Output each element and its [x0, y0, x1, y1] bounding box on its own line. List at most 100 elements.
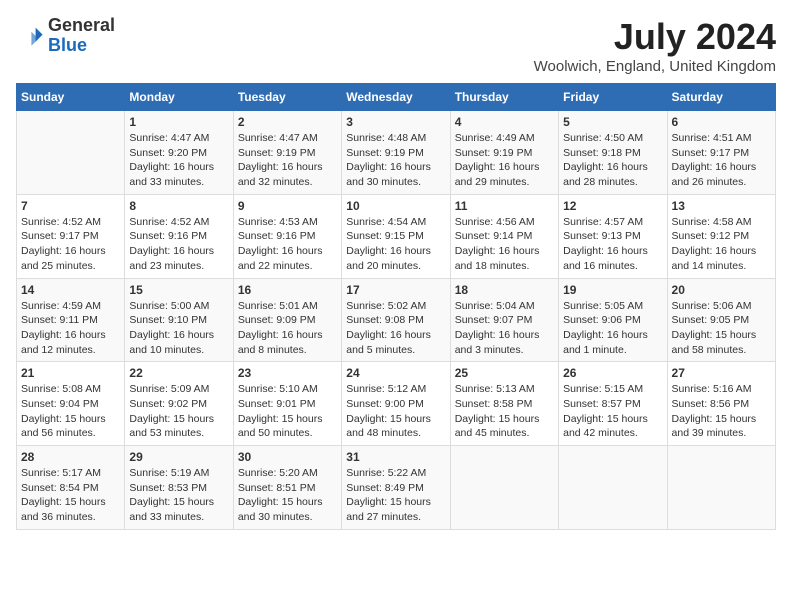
- day-number: 17: [346, 283, 445, 297]
- header-thursday: Thursday: [450, 84, 558, 111]
- calendar-cell-w3-d3: 24 Sunrise: 5:12 AM Sunset: 9:00 PM Dayli…: [342, 362, 450, 446]
- day-number: 19: [563, 283, 662, 297]
- day-info: Sunrise: 4:54 AM Sunset: 9:15 PM Dayligh…: [346, 215, 445, 274]
- day-number: 12: [563, 199, 662, 213]
- calendar-cell-w0-d5: 5 Sunrise: 4:50 AM Sunset: 9:18 PM Daylig…: [559, 111, 667, 195]
- day-info: Sunrise: 5:19 AM Sunset: 8:53 PM Dayligh…: [129, 466, 228, 525]
- day-number: 29: [129, 450, 228, 464]
- day-number: 14: [21, 283, 120, 297]
- month-title: July 2024: [534, 16, 776, 58]
- day-info: Sunrise: 4:58 AM Sunset: 9:12 PM Dayligh…: [672, 215, 771, 274]
- day-number: 20: [672, 283, 771, 297]
- calendar-cell-w4-d4: [450, 446, 558, 530]
- day-number: 31: [346, 450, 445, 464]
- calendar-cell-w1-d6: 13 Sunrise: 4:58 AM Sunset: 9:12 PM Dayli…: [667, 194, 775, 278]
- calendar-cell-w0-d1: 1 Sunrise: 4:47 AM Sunset: 9:20 PM Daylig…: [125, 111, 233, 195]
- day-info: Sunrise: 4:52 AM Sunset: 9:16 PM Dayligh…: [129, 215, 228, 274]
- day-number: 4: [455, 115, 554, 129]
- day-number: 5: [563, 115, 662, 129]
- calendar-cell-w2-d5: 19 Sunrise: 5:05 AM Sunset: 9:06 PM Dayli…: [559, 278, 667, 362]
- calendar-cell-w3-d2: 23 Sunrise: 5:10 AM Sunset: 9:01 PM Dayli…: [233, 362, 341, 446]
- calendar-cell-w1-d3: 10 Sunrise: 4:54 AM Sunset: 9:15 PM Dayli…: [342, 194, 450, 278]
- calendar-cell-w4-d2: 30 Sunrise: 5:20 AM Sunset: 8:51 PM Dayli…: [233, 446, 341, 530]
- calendar-cell-w3-d1: 22 Sunrise: 5:09 AM Sunset: 9:02 PM Dayli…: [125, 362, 233, 446]
- day-number: 11: [455, 199, 554, 213]
- day-number: 7: [21, 199, 120, 213]
- calendar-cell-w2-d2: 16 Sunrise: 5:01 AM Sunset: 9:09 PM Dayli…: [233, 278, 341, 362]
- day-info: Sunrise: 4:53 AM Sunset: 9:16 PM Dayligh…: [238, 215, 337, 274]
- header-wednesday: Wednesday: [342, 84, 450, 111]
- day-number: 16: [238, 283, 337, 297]
- day-number: 24: [346, 366, 445, 380]
- day-number: 22: [129, 366, 228, 380]
- calendar-cell-w2-d4: 18Sunrise: 5:04 AM Sunset: 9:07 PM Dayli…: [450, 278, 558, 362]
- calendar-cell-w3-d0: 21 Sunrise: 5:08 AM Sunset: 9:04 PM Dayli…: [17, 362, 125, 446]
- day-info: Sunrise: 5:16 AM Sunset: 8:56 PM Dayligh…: [672, 382, 771, 441]
- logo-general-text: General: [48, 15, 115, 35]
- location-title: Woolwich, England, United Kingdom: [534, 58, 776, 75]
- title-area: July 2024 Woolwich, England, United King…: [534, 16, 776, 75]
- day-info: Sunrise: 5:20 AM Sunset: 8:51 PM Dayligh…: [238, 466, 337, 525]
- header-sunday: Sunday: [17, 84, 125, 111]
- calendar-cell-w4-d5: [559, 446, 667, 530]
- day-info: Sunrise: 5:10 AM Sunset: 9:01 PM Dayligh…: [238, 382, 337, 441]
- calendar-cell-w0-d2: 2Sunrise: 4:47 AM Sunset: 9:19 PM Daylig…: [233, 111, 341, 195]
- calendar-cell-w1-d4: 11 Sunrise: 4:56 AM Sunset: 9:14 PM Dayli…: [450, 194, 558, 278]
- logo-icon: [16, 22, 44, 50]
- day-number: 10: [346, 199, 445, 213]
- calendar-header-row: SundayMondayTuesdayWednesdayThursdayFrid…: [17, 84, 776, 111]
- calendar-week-0: 1 Sunrise: 4:47 AM Sunset: 9:20 PM Daylig…: [17, 111, 776, 195]
- day-number: 25: [455, 366, 554, 380]
- day-info: Sunrise: 4:50 AM Sunset: 9:18 PM Dayligh…: [563, 131, 662, 190]
- day-info: Sunrise: 4:51 AM Sunset: 9:17 PM Dayligh…: [672, 131, 771, 190]
- day-info: Sunrise: 5:22 AM Sunset: 8:49 PM Dayligh…: [346, 466, 445, 525]
- calendar-cell-w0-d4: 4 Sunrise: 4:49 AM Sunset: 9:19 PM Daylig…: [450, 111, 558, 195]
- day-info: Sunrise: 4:47 AM Sunset: 9:20 PM Dayligh…: [129, 131, 228, 190]
- day-info: Sunrise: 4:48 AM Sunset: 9:19 PM Dayligh…: [346, 131, 445, 190]
- calendar-cell-w1-d1: 8Sunrise: 4:52 AM Sunset: 9:16 PM Daylig…: [125, 194, 233, 278]
- day-info: Sunrise: 4:47 AM Sunset: 9:19 PM Dayligh…: [238, 131, 337, 190]
- day-info: Sunrise: 4:52 AM Sunset: 9:17 PM Dayligh…: [21, 215, 120, 274]
- day-number: 15: [129, 283, 228, 297]
- day-info: Sunrise: 5:00 AM Sunset: 9:10 PM Dayligh…: [129, 299, 228, 358]
- day-number: 1: [129, 115, 228, 129]
- day-info: Sunrise: 5:17 AM Sunset: 8:54 PM Dayligh…: [21, 466, 120, 525]
- calendar-cell-w2-d0: 14 Sunrise: 4:59 AM Sunset: 9:11 PM Dayli…: [17, 278, 125, 362]
- day-number: 9: [238, 199, 337, 213]
- calendar-cell-w3-d6: 27Sunrise: 5:16 AM Sunset: 8:56 PM Dayli…: [667, 362, 775, 446]
- logo: General Blue: [16, 16, 115, 56]
- calendar-week-1: 7 Sunrise: 4:52 AM Sunset: 9:17 PM Daylig…: [17, 194, 776, 278]
- calendar-cell-w1-d0: 7 Sunrise: 4:52 AM Sunset: 9:17 PM Daylig…: [17, 194, 125, 278]
- header-friday: Friday: [559, 84, 667, 111]
- day-info: Sunrise: 5:04 AM Sunset: 9:07 PM Dayligh…: [455, 299, 554, 358]
- header-tuesday: Tuesday: [233, 84, 341, 111]
- calendar-cell-w4-d6: [667, 446, 775, 530]
- day-number: 21: [21, 366, 120, 380]
- day-number: 30: [238, 450, 337, 464]
- calendar-cell-w2-d1: 15 Sunrise: 5:00 AM Sunset: 9:10 PM Dayli…: [125, 278, 233, 362]
- calendar-cell-w4-d0: 28Sunrise: 5:17 AM Sunset: 8:54 PM Dayli…: [17, 446, 125, 530]
- day-info: Sunrise: 5:01 AM Sunset: 9:09 PM Dayligh…: [238, 299, 337, 358]
- calendar-week-3: 21 Sunrise: 5:08 AM Sunset: 9:04 PM Dayli…: [17, 362, 776, 446]
- day-info: Sunrise: 4:56 AM Sunset: 9:14 PM Dayligh…: [455, 215, 554, 274]
- calendar-week-4: 28Sunrise: 5:17 AM Sunset: 8:54 PM Dayli…: [17, 446, 776, 530]
- calendar-cell-w4-d3: 31 Sunrise: 5:22 AM Sunset: 8:49 PM Dayli…: [342, 446, 450, 530]
- calendar-cell-w0-d6: 6Sunrise: 4:51 AM Sunset: 9:17 PM Daylig…: [667, 111, 775, 195]
- day-number: 23: [238, 366, 337, 380]
- day-info: Sunrise: 5:15 AM Sunset: 8:57 PM Dayligh…: [563, 382, 662, 441]
- day-info: Sunrise: 4:49 AM Sunset: 9:19 PM Dayligh…: [455, 131, 554, 190]
- day-info: Sunrise: 5:06 AM Sunset: 9:05 PM Dayligh…: [672, 299, 771, 358]
- day-number: 26: [563, 366, 662, 380]
- day-info: Sunrise: 5:09 AM Sunset: 9:02 PM Dayligh…: [129, 382, 228, 441]
- day-number: 13: [672, 199, 771, 213]
- calendar-table: SundayMondayTuesdayWednesdayThursdayFrid…: [16, 83, 776, 530]
- calendar-week-2: 14 Sunrise: 4:59 AM Sunset: 9:11 PM Dayli…: [17, 278, 776, 362]
- day-info: Sunrise: 5:12 AM Sunset: 9:00 PM Dayligh…: [346, 382, 445, 441]
- day-info: Sunrise: 5:02 AM Sunset: 9:08 PM Dayligh…: [346, 299, 445, 358]
- day-info: Sunrise: 4:59 AM Sunset: 9:11 PM Dayligh…: [21, 299, 120, 358]
- calendar-cell-w4-d1: 29 Sunrise: 5:19 AM Sunset: 8:53 PM Dayli…: [125, 446, 233, 530]
- day-info: Sunrise: 5:08 AM Sunset: 9:04 PM Dayligh…: [21, 382, 120, 441]
- day-info: Sunrise: 5:05 AM Sunset: 9:06 PM Dayligh…: [563, 299, 662, 358]
- day-info: Sunrise: 4:57 AM Sunset: 9:13 PM Dayligh…: [563, 215, 662, 274]
- calendar-cell-w0-d0: [17, 111, 125, 195]
